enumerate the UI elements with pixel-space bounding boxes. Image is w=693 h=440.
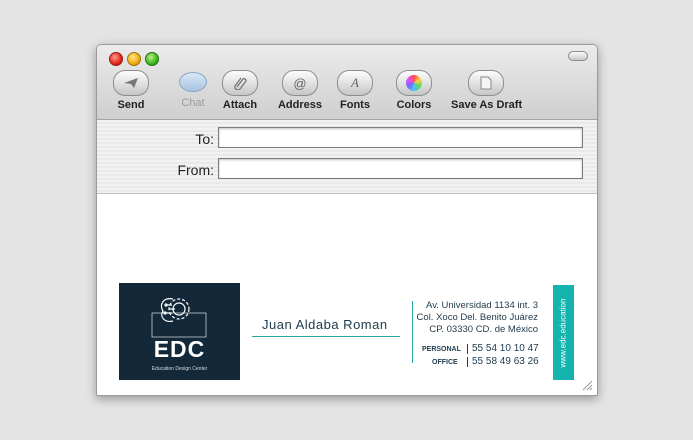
phone-value-personal: 55 54 10 10 47 — [472, 343, 539, 354]
colors-button[interactable]: Colors — [395, 70, 433, 111]
draft-document-icon — [468, 70, 504, 96]
save-as-draft-button[interactable]: Save As Draft — [451, 70, 523, 111]
at-icon: @ — [282, 70, 318, 96]
minimize-button[interactable] — [127, 52, 141, 66]
address-line-1: Av. Universidad 1134 int. 3 — [426, 300, 538, 311]
logo-text: EDC — [153, 336, 206, 362]
address-line-3: CP. 03330 CD. de México — [429, 324, 538, 335]
zoom-button[interactable] — [145, 52, 159, 66]
title-toolbar-bar: Send Chat Attach @ Address A Fonts Color… — [97, 45, 597, 120]
to-field[interactable] — [218, 127, 583, 148]
address-button[interactable]: @ Address — [277, 70, 323, 111]
from-label: From: — [177, 162, 214, 178]
edc-logo: EDC Education Design Center — [119, 283, 240, 380]
attach-label: Attach — [222, 99, 258, 111]
chat-button[interactable]: Chat — [175, 70, 211, 109]
logo-subtext: Education Design Center — [151, 366, 208, 372]
send-label: Send — [117, 99, 145, 111]
paperclip-icon — [222, 70, 258, 96]
phone-separator — [467, 357, 468, 367]
email-signature: EDC Education Design Center Juan Aldaba … — [119, 283, 574, 381]
website-banner: www.edc.education — [553, 285, 574, 380]
from-field[interactable] — [218, 158, 583, 179]
close-button[interactable] — [109, 52, 123, 66]
colors-label: Colors — [396, 99, 432, 111]
phone-separator — [467, 344, 468, 354]
chat-bubble-icon — [176, 70, 210, 94]
resize-grip-icon[interactable] — [582, 380, 593, 391]
message-header: To: From: — [97, 120, 597, 194]
fonts-icon: A — [337, 70, 373, 96]
send-icon — [113, 70, 149, 96]
save-as-draft-label: Save As Draft — [451, 99, 523, 111]
to-label: To: — [195, 131, 214, 147]
divider-line — [412, 301, 413, 363]
address-label: Address — [277, 99, 323, 111]
compose-window: Send Chat Attach @ Address A Fonts Color… — [96, 44, 598, 396]
fonts-label: Fonts — [340, 99, 370, 111]
phone-label-personal: PERSONAL — [422, 346, 461, 353]
phone-label-office: OFFICE — [432, 359, 458, 366]
color-wheel-icon — [396, 70, 432, 96]
chat-label: Chat — [181, 97, 205, 109]
brain-gear-icon — [151, 298, 207, 338]
name-underline — [252, 336, 400, 337]
toolbar-toggle-button[interactable] — [568, 51, 588, 61]
signature-name: Juan Aldaba Roman — [262, 317, 388, 332]
send-button[interactable]: Send — [113, 70, 149, 111]
address-line-2: Col. Xoco Del. Benito Juárez — [416, 312, 538, 323]
website-text: www.edc.education — [558, 298, 568, 368]
fonts-button[interactable]: A Fonts — [337, 70, 373, 111]
attach-button[interactable]: Attach — [220, 70, 260, 111]
phone-value-office: 55 58 49 63 26 — [472, 356, 539, 367]
